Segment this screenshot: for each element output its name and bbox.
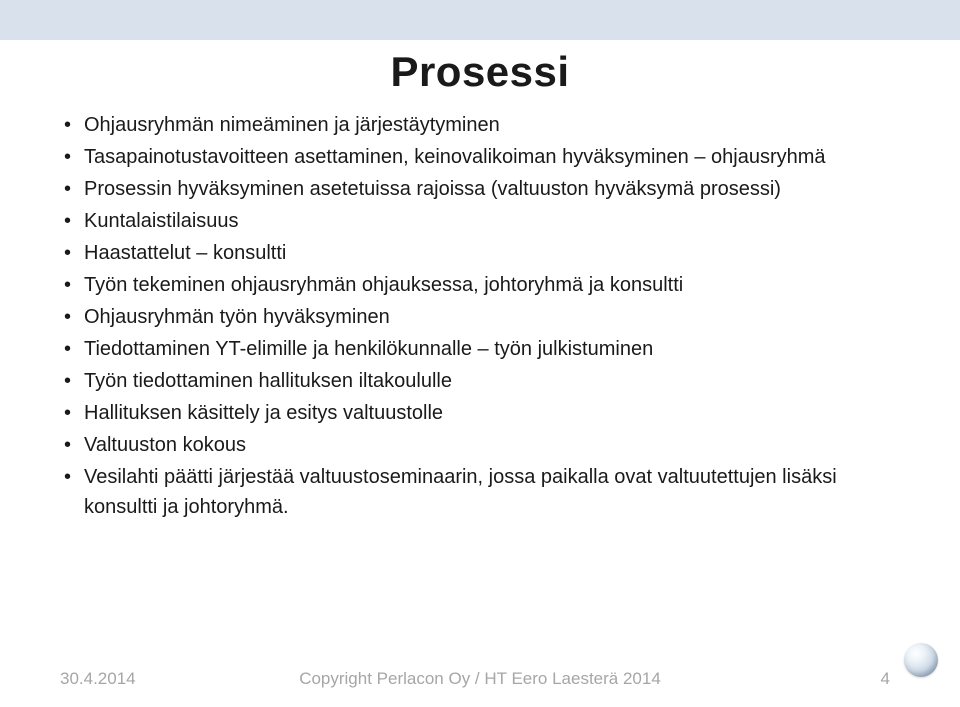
list-item: Hallituksen käsittely ja esitys valtuust…	[60, 398, 900, 428]
list-item: Tiedottaminen YT-elimille ja henkilökunn…	[60, 334, 900, 364]
title-area: Prosessi	[0, 42, 960, 96]
footer-copyright: Copyright Perlacon Oy / HT Eero Laesterä…	[0, 669, 960, 689]
list-item: Valtuuston kokous	[60, 430, 900, 460]
decorative-orb-icon	[904, 643, 938, 677]
list-item: Tasapainotustavoitteen asettaminen, kein…	[60, 142, 900, 172]
top-decorative-band	[0, 0, 960, 42]
list-item: Ohjausryhmän työn hyväksyminen	[60, 302, 900, 332]
list-item: Prosessin hyväksyminen asetetuissa rajoi…	[60, 174, 900, 204]
slide: Prosessi Ohjausryhmän nimeäminen ja järj…	[0, 0, 960, 707]
list-item: Työn tiedottaminen hallituksen iltakoulu…	[60, 366, 900, 396]
list-item: Haastattelut – konsultti	[60, 238, 900, 268]
content-area: Ohjausryhmän nimeäminen ja järjestäytymi…	[60, 110, 900, 524]
list-item: Työn tekeminen ohjausryhmän ohjauksessa,…	[60, 270, 900, 300]
list-item: Kuntalaistilaisuus	[60, 206, 900, 236]
list-item: Vesilahti päätti järjestää valtuustosemi…	[60, 462, 900, 522]
bullet-list: Ohjausryhmän nimeäminen ja järjestäytymi…	[60, 110, 900, 522]
footer: 30.4.2014 Copyright Perlacon Oy / HT Eer…	[0, 659, 960, 689]
footer-page-number: 4	[881, 669, 890, 689]
list-item: Ohjausryhmän nimeäminen ja järjestäytymi…	[60, 110, 900, 140]
page-title: Prosessi	[390, 48, 569, 96]
